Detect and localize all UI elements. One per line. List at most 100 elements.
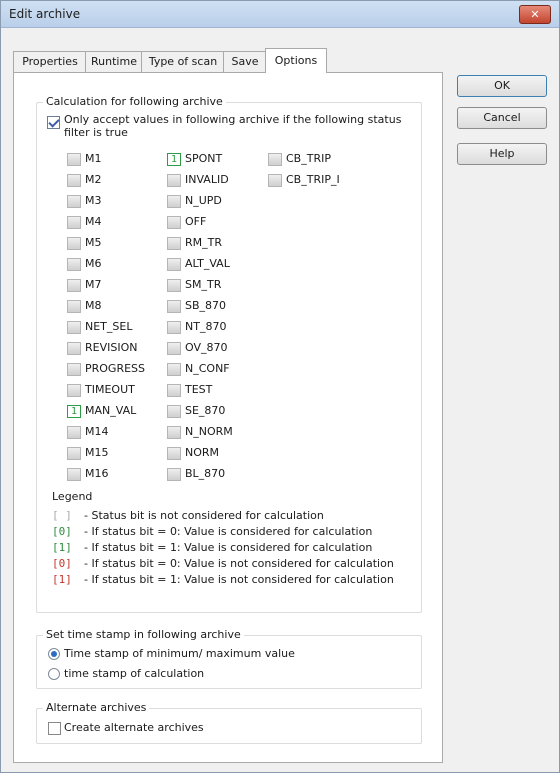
- tab-properties[interactable]: Properties: [13, 51, 87, 72]
- status-bit-label: M5: [85, 236, 102, 249]
- status-bit-label: M8: [85, 299, 102, 312]
- ok-button[interactable]: OK: [457, 75, 547, 97]
- status-bit-box[interactable]: [67, 174, 81, 187]
- status-bit-box[interactable]: [67, 195, 81, 208]
- status-bit-box[interactable]: [167, 405, 181, 418]
- status-bit-label: CB_TRIP: [286, 152, 331, 165]
- status-bit-box[interactable]: [67, 237, 81, 250]
- legend-code: [1]: [52, 541, 72, 554]
- legend-code: [ ]: [52, 509, 72, 522]
- status-bit-label: CB_TRIP_I: [286, 173, 340, 186]
- status-bit-label: SE_870: [185, 404, 226, 417]
- status-bit-label: SB_870: [185, 299, 227, 312]
- status-bit-label: M15: [85, 446, 109, 459]
- timestamp-group: [36, 635, 422, 689]
- status-bit-label: REVISION: [85, 341, 138, 354]
- status-bit-box[interactable]: [167, 279, 181, 292]
- status-bit-box[interactable]: [167, 195, 181, 208]
- window-title: Edit archive: [9, 7, 81, 21]
- status-bit-label: TEST: [185, 383, 213, 396]
- status-bit-box[interactable]: [67, 279, 81, 292]
- status-bit-label: M16: [85, 467, 109, 480]
- status-bit-label: TIMEOUT: [85, 383, 135, 396]
- timestamp-minmax-radio[interactable]: [48, 648, 60, 660]
- status-bit-label: M4: [85, 215, 102, 228]
- create-alternate-checkbox[interactable]: [48, 722, 61, 735]
- legend-text: - If status bit = 1: Value is considered…: [84, 541, 373, 554]
- status-bit-box[interactable]: [67, 468, 81, 481]
- status-bit-box[interactable]: [167, 426, 181, 439]
- tab-save[interactable]: Save: [223, 51, 267, 72]
- legend-text: - If status bit = 0: Value is considered…: [84, 525, 373, 538]
- help-button[interactable]: Help: [457, 143, 547, 165]
- status-bit-box[interactable]: [167, 174, 181, 187]
- only-accept-label-line1: Only accept values in following archive …: [64, 113, 402, 126]
- legend-code: [0]: [52, 557, 72, 570]
- close-button[interactable]: ✕: [519, 5, 551, 24]
- status-bit-box[interactable]: [167, 447, 181, 460]
- status-bit-label: N_UPD: [185, 194, 222, 207]
- status-bit-label: N_CONF: [185, 362, 230, 375]
- status-bit-box[interactable]: [268, 153, 282, 166]
- legend-text: - If status bit = 1: Value is not consid…: [84, 573, 394, 586]
- status-bit-label: OFF: [185, 215, 207, 228]
- timestamp-minmax-label: Time stamp of minimum/ maximum value: [64, 647, 295, 660]
- legend-text: - If status bit = 0: Value is not consid…: [84, 557, 394, 570]
- status-bit-label: PROGRESS: [85, 362, 146, 375]
- status-bit-box[interactable]: [167, 300, 181, 313]
- calculation-group-title: Calculation for following archive: [43, 95, 226, 108]
- status-bit-box[interactable]: [67, 384, 81, 397]
- status-bit-box[interactable]: [67, 342, 81, 355]
- status-bit-label: M1: [85, 152, 102, 165]
- legend-code: [0]: [52, 525, 72, 538]
- tab-type-of-scan[interactable]: Type of scan: [141, 51, 225, 72]
- status-bit-label: INVALID: [185, 173, 229, 186]
- tab-runtime[interactable]: Runtime: [85, 51, 143, 72]
- only-accept-checkbox[interactable]: [47, 116, 60, 129]
- status-bit-box[interactable]: [167, 321, 181, 334]
- status-bit-label: N_NORM: [185, 425, 233, 438]
- create-alternate-label: Create alternate archives: [64, 721, 204, 734]
- status-bit-label: MAN_VAL: [85, 404, 137, 417]
- title-bar: Edit archive ✕: [1, 1, 559, 28]
- status-bit-label: BL_870: [185, 467, 226, 480]
- status-bit-box[interactable]: [167, 342, 181, 355]
- status-bit-label: NT_870: [185, 320, 227, 333]
- status-bit-box[interactable]: 1: [67, 405, 81, 418]
- status-bit-box[interactable]: [167, 363, 181, 376]
- status-bit-label: NET_SEL: [85, 320, 133, 333]
- status-bit-box[interactable]: [167, 237, 181, 250]
- status-bit-box[interactable]: [67, 321, 81, 334]
- status-bit-label: ALT_VAL: [185, 257, 230, 270]
- edit-archive-window: Edit archive ✕ Properties Runtime Type o…: [0, 0, 560, 773]
- status-bit-box[interactable]: [167, 384, 181, 397]
- status-bit-label: NORM: [185, 446, 220, 459]
- status-bit-box[interactable]: [67, 426, 81, 439]
- status-bit-label: OV_870: [185, 341, 228, 354]
- status-bit-label: M14: [85, 425, 109, 438]
- status-bit-box[interactable]: [67, 258, 81, 271]
- status-bit-label: M3: [85, 194, 102, 207]
- cancel-button[interactable]: Cancel: [457, 107, 547, 129]
- status-bit-box[interactable]: [67, 447, 81, 460]
- tab-options[interactable]: Options: [265, 48, 327, 73]
- status-bit-label: M2: [85, 173, 102, 186]
- timestamp-calculation-radio[interactable]: [48, 668, 60, 680]
- status-bit-box[interactable]: [268, 174, 282, 187]
- status-bit-box[interactable]: [167, 258, 181, 271]
- legend-text: - Status bit is not considered for calcu…: [84, 509, 324, 522]
- alternate-group-title: Alternate archives: [43, 701, 150, 714]
- status-bit-label: M6: [85, 257, 102, 270]
- status-bit-label: M7: [85, 278, 102, 291]
- legend-title: Legend: [52, 490, 93, 503]
- status-bit-box[interactable]: 1: [167, 153, 181, 166]
- status-bit-box[interactable]: [67, 216, 81, 229]
- status-bit-label: RM_TR: [185, 236, 222, 249]
- status-bit-box[interactable]: [67, 363, 81, 376]
- status-bit-box[interactable]: [67, 153, 81, 166]
- status-bit-box[interactable]: [167, 468, 181, 481]
- legend-code: [1]: [52, 573, 72, 586]
- status-bit-box[interactable]: [67, 300, 81, 313]
- status-bit-label: SM_TR: [185, 278, 222, 291]
- status-bit-box[interactable]: [167, 216, 181, 229]
